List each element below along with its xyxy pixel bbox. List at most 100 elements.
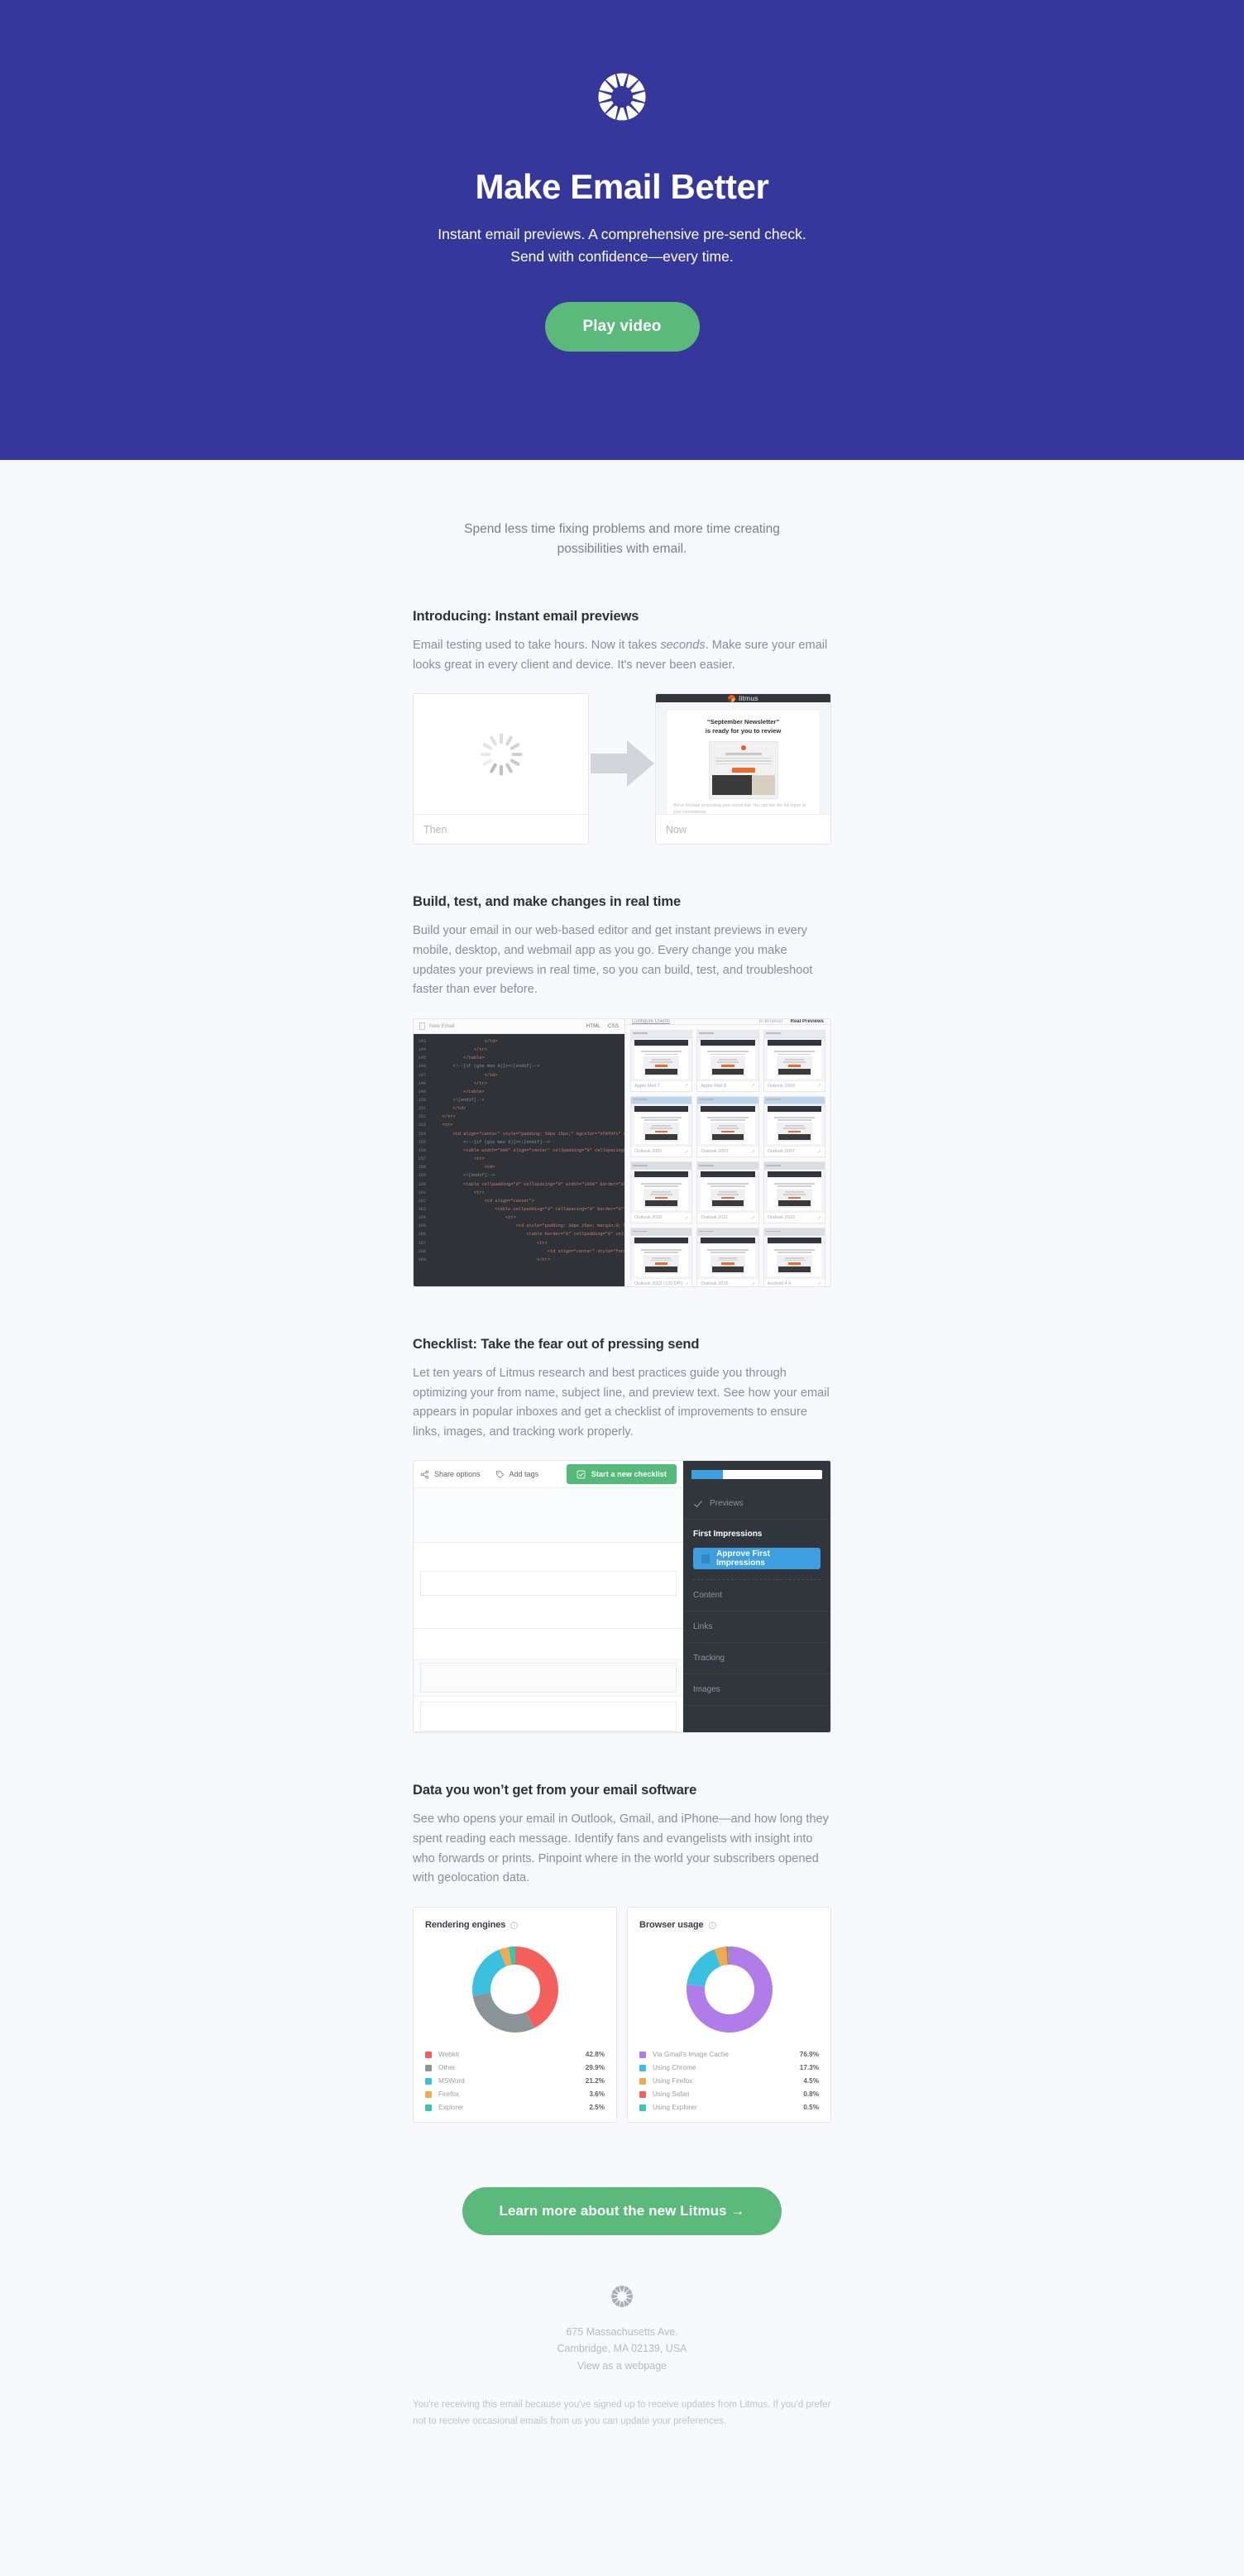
legend-row: Using Firefox 4.5% <box>639 2077 819 2085</box>
checklist-item-label: Content <box>693 1591 723 1601</box>
footer-address: 675 Massachusetts Ave. Cambridge, MA 021… <box>413 2324 831 2374</box>
expand-icon[interactable]: ↗ <box>684 1149 688 1155</box>
donut-chart <box>425 1932 605 2051</box>
expand-icon[interactable]: ↗ <box>751 1149 755 1155</box>
preview-cell[interactable]: Outlook 2013 ↗ <box>763 1161 825 1224</box>
preview-line <box>707 1117 749 1118</box>
checklist-item-label: First Impressions <box>693 1529 763 1539</box>
checklist-row[interactable] <box>414 1629 683 1661</box>
preview-line <box>652 1191 672 1193</box>
preview-cell[interactable]: Apple Mail 8 ↗ <box>696 1029 759 1092</box>
preview-thumbnail <box>776 1056 812 1076</box>
checklist-item[interactable]: Tracking <box>683 1643 830 1675</box>
preview-content <box>767 1179 821 1211</box>
client-name: Apple Mail 8 <box>701 1083 727 1089</box>
expand-icon[interactable]: ↗ <box>817 1215 821 1221</box>
legend-row: MSWord 21.2% <box>425 2077 605 2085</box>
preview-cell[interactable]: Outlook 2003 ↗ <box>696 1095 759 1158</box>
preview-render <box>697 1236 758 1278</box>
preview-thumbnail <box>776 1254 812 1274</box>
expand-icon[interactable]: ↗ <box>684 1281 688 1286</box>
code-editor-area[interactable]: 143 </td> 144 </tr> 145 </table> 146 <!--[i… <box>414 1033 624 1286</box>
preview-cell[interactable]: Outlook 2002 ↗ <box>630 1095 693 1158</box>
previews-toolbar: Configure Clients In-Browser Real Previe… <box>625 1018 830 1025</box>
checklist-row[interactable] <box>414 1697 683 1733</box>
preview-line <box>650 1193 673 1195</box>
info-icon[interactable]: i <box>510 1921 519 1929</box>
preview-cta <box>721 1130 734 1133</box>
start-new-checklist-button[interactable]: Start a new checklist <box>566 1464 677 1485</box>
preview-cell[interactable]: Apple Mail 7 ↗ <box>630 1029 693 1092</box>
previews-grid: Apple Mail 7 ↗ Apple Mail 8 ↗ Outlook 20… <box>625 1025 830 1286</box>
preview-thumbnail <box>776 1123 812 1142</box>
preview-cell[interactable]: Outlook 2007 ↗ <box>763 1095 825 1158</box>
toggle-in-browser[interactable]: In-Browser <box>759 1019 783 1024</box>
preview-image <box>711 1266 744 1272</box>
preview-line <box>784 1125 804 1128</box>
tab-html[interactable]: HTML <box>586 1023 600 1029</box>
checklist-row[interactable] <box>414 1488 683 1544</box>
preview-content <box>634 1179 689 1211</box>
code-text: <tr> <box>432 1190 485 1195</box>
checklist-item-previews[interactable]: Previews <box>683 1488 830 1520</box>
code-line: 164 <tr> <box>414 1214 624 1222</box>
line-number: 158 <box>418 1165 426 1171</box>
info-icon[interactable]: i <box>708 1921 716 1929</box>
checklist-input-box[interactable] <box>420 1663 677 1693</box>
expand-icon[interactable]: ↗ <box>817 1149 821 1155</box>
checklist-row[interactable] <box>414 1543 683 1630</box>
expand-icon[interactable]: ↗ <box>684 1083 688 1089</box>
preview-cell[interactable]: Outlook 2010 ↗ <box>630 1161 693 1224</box>
hero-subtitle: Instant email previews. A comprehensive … <box>438 226 806 265</box>
play-video-button[interactable]: Play video <box>544 302 700 352</box>
preview-line <box>707 1182 749 1185</box>
approve-label: Approve First Impressions <box>716 1549 771 1568</box>
share-options-button[interactable]: Share options <box>420 1470 481 1479</box>
now-stage: litmus “September Newsletter” is ready f… <box>656 694 830 815</box>
preview-cell[interactable]: Outlook 2013 (120 DPI) ↗ <box>630 1228 693 1286</box>
expand-icon[interactable]: ↗ <box>751 1083 755 1089</box>
client-chrome <box>697 1162 758 1171</box>
email-body: Spend less time fixing problems and more… <box>0 460 1244 2463</box>
code-line: 152 </tr> <box>414 1113 624 1121</box>
code-text: <td align="center"> <box>432 1198 534 1204</box>
line-number: 166 <box>418 1232 426 1238</box>
view-webpage-link[interactable]: View as a webpage <box>577 2360 667 2372</box>
checklist-input-box[interactable] <box>420 1571 677 1597</box>
preview-content <box>634 1046 689 1079</box>
expand-icon[interactable]: ↗ <box>684 1215 688 1221</box>
configure-clients-link[interactable]: Configure Clients <box>632 1019 670 1024</box>
checklist-item[interactable]: Images <box>683 1674 830 1707</box>
chart-title: Browser usage <box>639 1920 704 1930</box>
code-line: 169 </tr> <box>414 1256 624 1264</box>
preview-cell[interactable]: Outlook 2011 ↗ <box>696 1161 759 1224</box>
line-number: 168 <box>418 1248 426 1254</box>
preview-cell[interactable]: Outlook 2000 ↗ <box>763 1029 825 1092</box>
toggle-real-previews[interactable]: Real Previews <box>791 1019 824 1024</box>
tab-css[interactable]: CSS <box>608 1023 619 1029</box>
preview-cell[interactable]: Outlook 2016 ↗ <box>696 1228 759 1286</box>
approve-button[interactable]: Approve First Impressions <box>693 1548 821 1570</box>
checklist-item-label: Tracking <box>693 1654 725 1664</box>
now-footer-text: We've finished processing your recent te… <box>673 803 806 815</box>
expand-icon[interactable]: ↗ <box>751 1215 755 1221</box>
checklist-row[interactable] <box>414 1660 683 1697</box>
learn-more-button[interactable]: Learn more about the new Litmus → <box>462 2187 782 2235</box>
preview-line <box>641 1117 682 1118</box>
checklist-item[interactable]: Links <box>683 1611 830 1644</box>
add-tags-button[interactable]: Add tags <box>495 1470 538 1479</box>
expand-icon[interactable]: ↗ <box>817 1083 821 1089</box>
preview-header-bar <box>634 1171 689 1178</box>
checklist-item-active[interactable]: First Impressions <box>683 1520 830 1548</box>
line-number: 147 <box>418 1072 426 1078</box>
line-number: 144 <box>418 1047 426 1053</box>
intro-lede: Spend less time fixing problems and more… <box>464 522 780 557</box>
expand-icon[interactable]: ↗ <box>751 1281 755 1286</box>
checklist-input-box[interactable] <box>420 1702 677 1732</box>
client-name: Outlook 2013 (120 DPI) <box>634 1281 683 1286</box>
expand-icon[interactable]: ↗ <box>817 1281 821 1286</box>
preview-cell[interactable]: Android 4.4 ↗ <box>763 1228 825 1286</box>
preview-thumbnail <box>710 1189 746 1209</box>
preview-thumbnail <box>710 1056 746 1076</box>
checklist-item[interactable]: Content <box>683 1580 830 1612</box>
